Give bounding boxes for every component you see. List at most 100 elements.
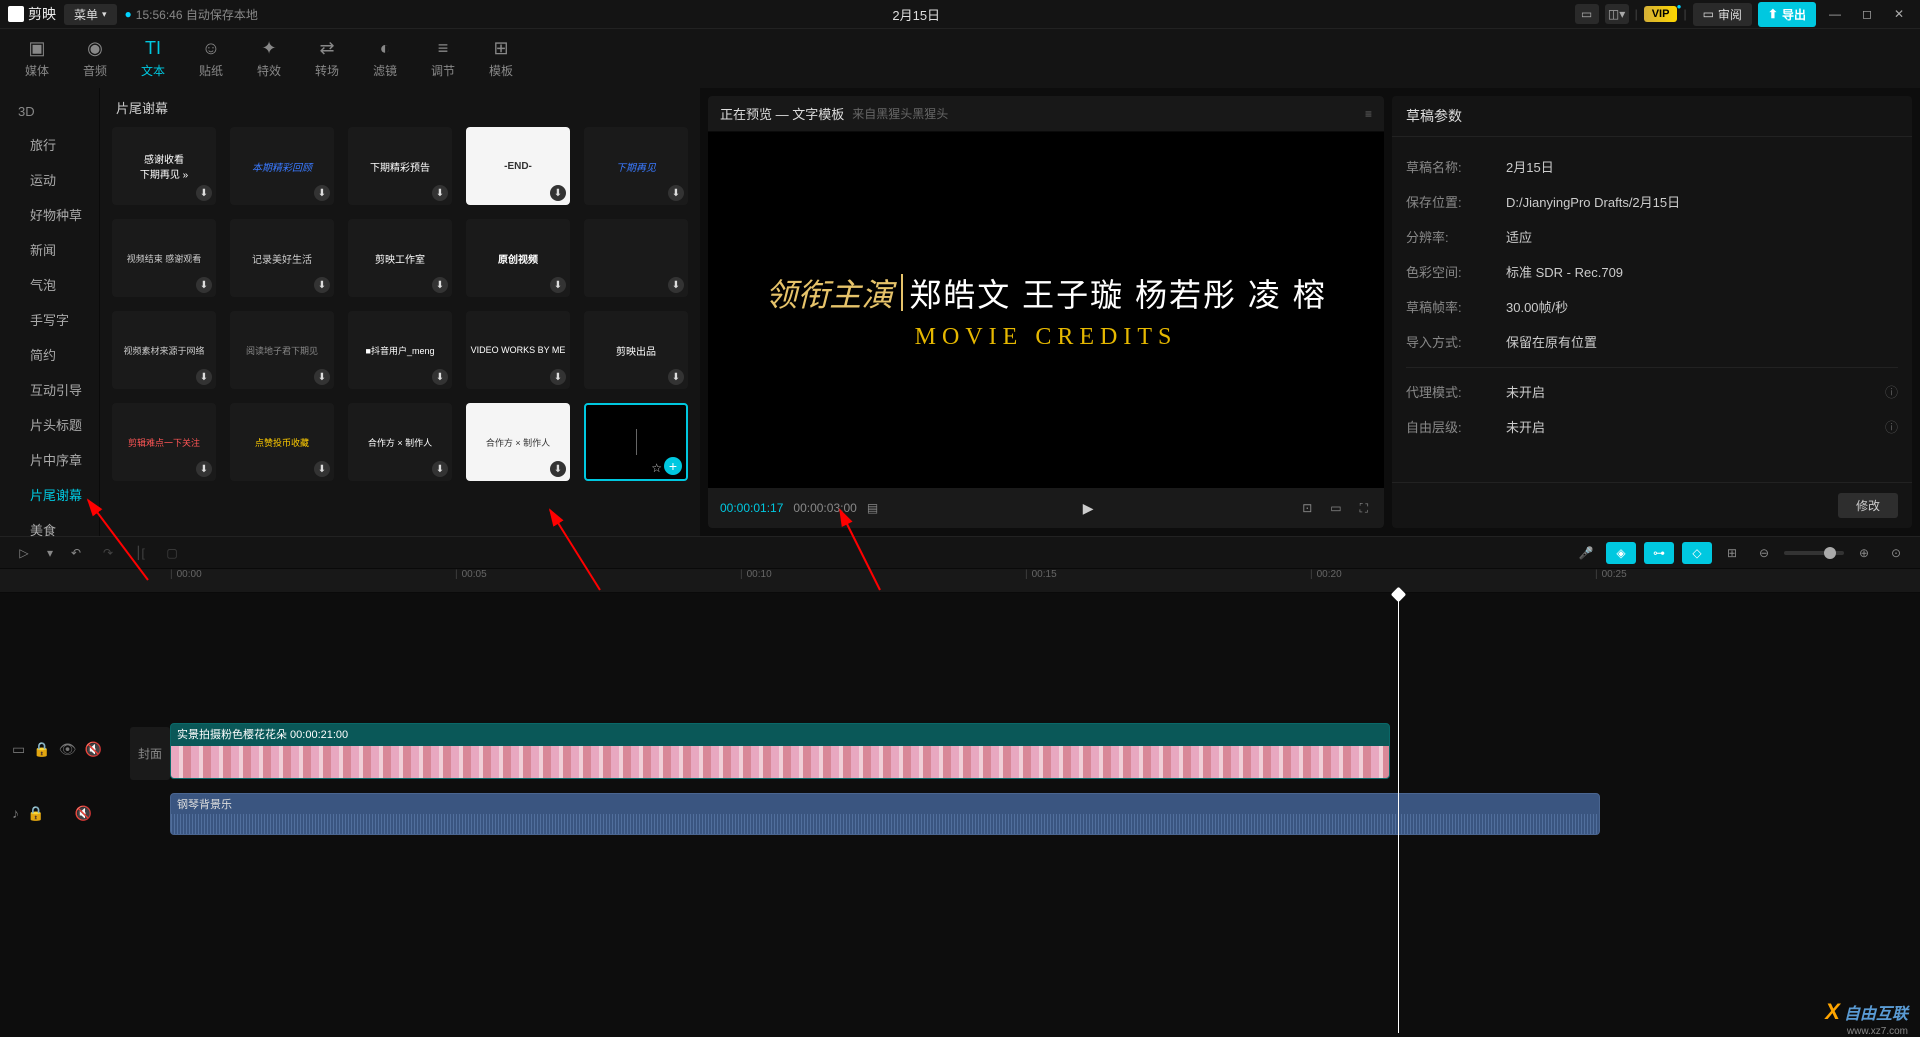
track-lock-icon[interactable]: 🔒: [27, 805, 44, 822]
template-item[interactable]: ⬇: [584, 219, 688, 297]
template-item[interactable]: 感谢收看 下期再见 »⬇: [112, 127, 216, 205]
template-item[interactable]: 本期精彩回顾⬇: [230, 127, 334, 205]
category-item[interactable]: 旅行: [0, 127, 99, 162]
download-icon[interactable]: ⬇: [196, 277, 212, 293]
download-icon[interactable]: ⬇: [196, 461, 212, 477]
template-item[interactable]: 视频结束 感谢观看⬇: [112, 219, 216, 297]
frame-icon[interactable]: ⊡: [1298, 501, 1316, 515]
playhead[interactable]: [1398, 593, 1399, 1033]
download-icon[interactable]: ⬇: [314, 369, 330, 385]
magnet-track-icon[interactable]: ◇: [1682, 542, 1712, 564]
download-icon[interactable]: ⬇: [314, 461, 330, 477]
zoom-out-icon[interactable]: ⊖: [1752, 542, 1776, 564]
template-item[interactable]: 阅读地子君下期见⬇: [230, 311, 334, 389]
category-3d[interactable]: 3D: [0, 96, 99, 127]
template-item[interactable]: 合作方 × 制作人⬇: [348, 403, 452, 481]
tool-tab-模板[interactable]: ⊞模板: [472, 29, 530, 88]
template-item[interactable]: 原创视频⬇: [466, 219, 570, 297]
category-item[interactable]: 片中序章: [0, 442, 99, 477]
preview-menu-icon[interactable]: ≡: [1365, 107, 1372, 121]
magnet-main-icon[interactable]: ◈: [1606, 542, 1636, 564]
track-visible-icon[interactable]: 👁: [59, 741, 77, 758]
track-menu-icon[interactable]: ♪: [12, 805, 19, 822]
category-item[interactable]: 新闻: [0, 232, 99, 267]
export-button[interactable]: ⬆ 导出: [1758, 2, 1816, 27]
download-icon[interactable]: ⬇: [314, 185, 330, 201]
template-item[interactable]: 剪映工作室⬇: [348, 219, 452, 297]
tool-tab-特效[interactable]: ✦特效: [240, 29, 298, 88]
modify-button[interactable]: 修改: [1838, 493, 1898, 518]
zoom-fit-icon[interactable]: ⊙: [1884, 542, 1908, 564]
tool-tab-转场[interactable]: ⇄转场: [298, 29, 356, 88]
tool-tab-贴纸[interactable]: ☺贴纸: [182, 29, 240, 88]
category-item[interactable]: 手写字: [0, 302, 99, 337]
play-button[interactable]: ▶: [888, 500, 1288, 517]
compare-icon[interactable]: ▤: [867, 501, 878, 515]
align-icon[interactable]: ⊞: [1720, 542, 1744, 564]
track-mute-icon[interactable]: 🔇: [74, 805, 91, 822]
download-icon[interactable]: ⬇: [432, 369, 448, 385]
download-icon[interactable]: ⬇: [432, 461, 448, 477]
main-menu-button[interactable]: 菜单 ▾: [64, 4, 117, 25]
category-item[interactable]: 好物种草: [0, 197, 99, 232]
tool-tab-媒体[interactable]: ▣媒体: [8, 29, 66, 88]
timeline-ruler[interactable]: 00:0000:0500:1000:1500:2000:25: [0, 569, 1920, 593]
zoom-in-icon[interactable]: ⊕: [1852, 542, 1876, 564]
zoom-slider[interactable]: [1784, 551, 1844, 555]
download-icon[interactable]: ⬇: [668, 277, 684, 293]
ratio-icon[interactable]: ▭: [1326, 501, 1345, 515]
mic-record-icon[interactable]: 🎤: [1574, 542, 1598, 564]
window-maximize[interactable]: ◻: [1854, 4, 1880, 24]
download-icon[interactable]: ⬇: [550, 277, 566, 293]
panel-icon[interactable]: ◫▾: [1605, 4, 1629, 24]
window-minimize[interactable]: ―: [1822, 4, 1848, 24]
template-item[interactable]: ☆+: [584, 403, 688, 481]
redo-button[interactable]: ↷: [96, 542, 120, 564]
template-item[interactable]: 视频素材来源于网络⬇: [112, 311, 216, 389]
category-item[interactable]: 片尾谢幕: [0, 477, 99, 512]
template-item[interactable]: -END-⬇: [466, 127, 570, 205]
download-icon[interactable]: ⬇: [668, 369, 684, 385]
tool-tab-调节[interactable]: ≡调节: [414, 29, 472, 88]
template-item[interactable]: ■抖音用户_meng⬇: [348, 311, 452, 389]
template-item[interactable]: 记录美好生活⬇: [230, 219, 334, 297]
pointer-dropdown[interactable]: ▾: [44, 542, 56, 564]
download-icon[interactable]: ⬇: [550, 461, 566, 477]
track-mute-icon[interactable]: 🔇: [84, 741, 101, 758]
download-icon[interactable]: ⬇: [196, 185, 212, 201]
download-icon[interactable]: ⬇: [432, 277, 448, 293]
track-menu-icon[interactable]: ▭: [12, 741, 25, 758]
review-button[interactable]: ▭ 审阅: [1693, 3, 1752, 26]
category-item[interactable]: 片头标题: [0, 407, 99, 442]
category-item[interactable]: 简约: [0, 337, 99, 372]
track-lock-icon[interactable]: 🔒: [33, 741, 50, 758]
delete-button[interactable]: ▢: [160, 542, 184, 564]
favorite-icon[interactable]: ☆: [651, 461, 662, 475]
category-item[interactable]: 互动引导: [0, 372, 99, 407]
category-item[interactable]: 气泡: [0, 267, 99, 302]
tool-tab-音频[interactable]: ◉音频: [66, 29, 124, 88]
download-icon[interactable]: ⬇: [314, 277, 330, 293]
video-clip[interactable]: 实景拍摄粉色樱花花朵 00:00:21:00: [170, 723, 1390, 779]
magnet-link-icon[interactable]: ⊶: [1644, 542, 1674, 564]
template-item[interactable]: 下期精彩预告⬇: [348, 127, 452, 205]
template-item[interactable]: 下期再见⬇: [584, 127, 688, 205]
audio-clip[interactable]: 钢琴背景乐: [170, 793, 1600, 835]
preview-canvas[interactable]: 领衔主演 郑皓文 王子璇 杨若彤 凌 榕 MOVIE CREDITS: [708, 132, 1384, 488]
download-icon[interactable]: ⬇: [432, 185, 448, 201]
download-icon[interactable]: ⬇: [196, 369, 212, 385]
timeline-tracks[interactable]: ▭ 🔒 👁 🔇 ♪ 🔒 🔇 封面 实景拍摄粉色樱花花朵 00:00:21:00 …: [0, 593, 1920, 1033]
download-icon[interactable]: ⬇: [550, 185, 566, 201]
add-template-icon[interactable]: +: [664, 457, 682, 475]
layout-icon[interactable]: ▭: [1575, 4, 1599, 24]
category-item[interactable]: 运动: [0, 162, 99, 197]
template-item[interactable]: 合作方 × 制作人⬇: [466, 403, 570, 481]
download-icon[interactable]: ⬇: [668, 185, 684, 201]
template-item[interactable]: VIDEO WORKS BY ME⬇: [466, 311, 570, 389]
template-item[interactable]: 点赞投币收藏⬇: [230, 403, 334, 481]
undo-button[interactable]: ↶: [64, 542, 88, 564]
tool-tab-文本[interactable]: TI文本: [124, 29, 182, 88]
tool-tab-滤镜[interactable]: ◐滤镜: [356, 29, 414, 88]
fullscreen-icon[interactable]: ⛶: [1356, 501, 1372, 516]
split-button[interactable]: ⎮[: [128, 542, 152, 564]
